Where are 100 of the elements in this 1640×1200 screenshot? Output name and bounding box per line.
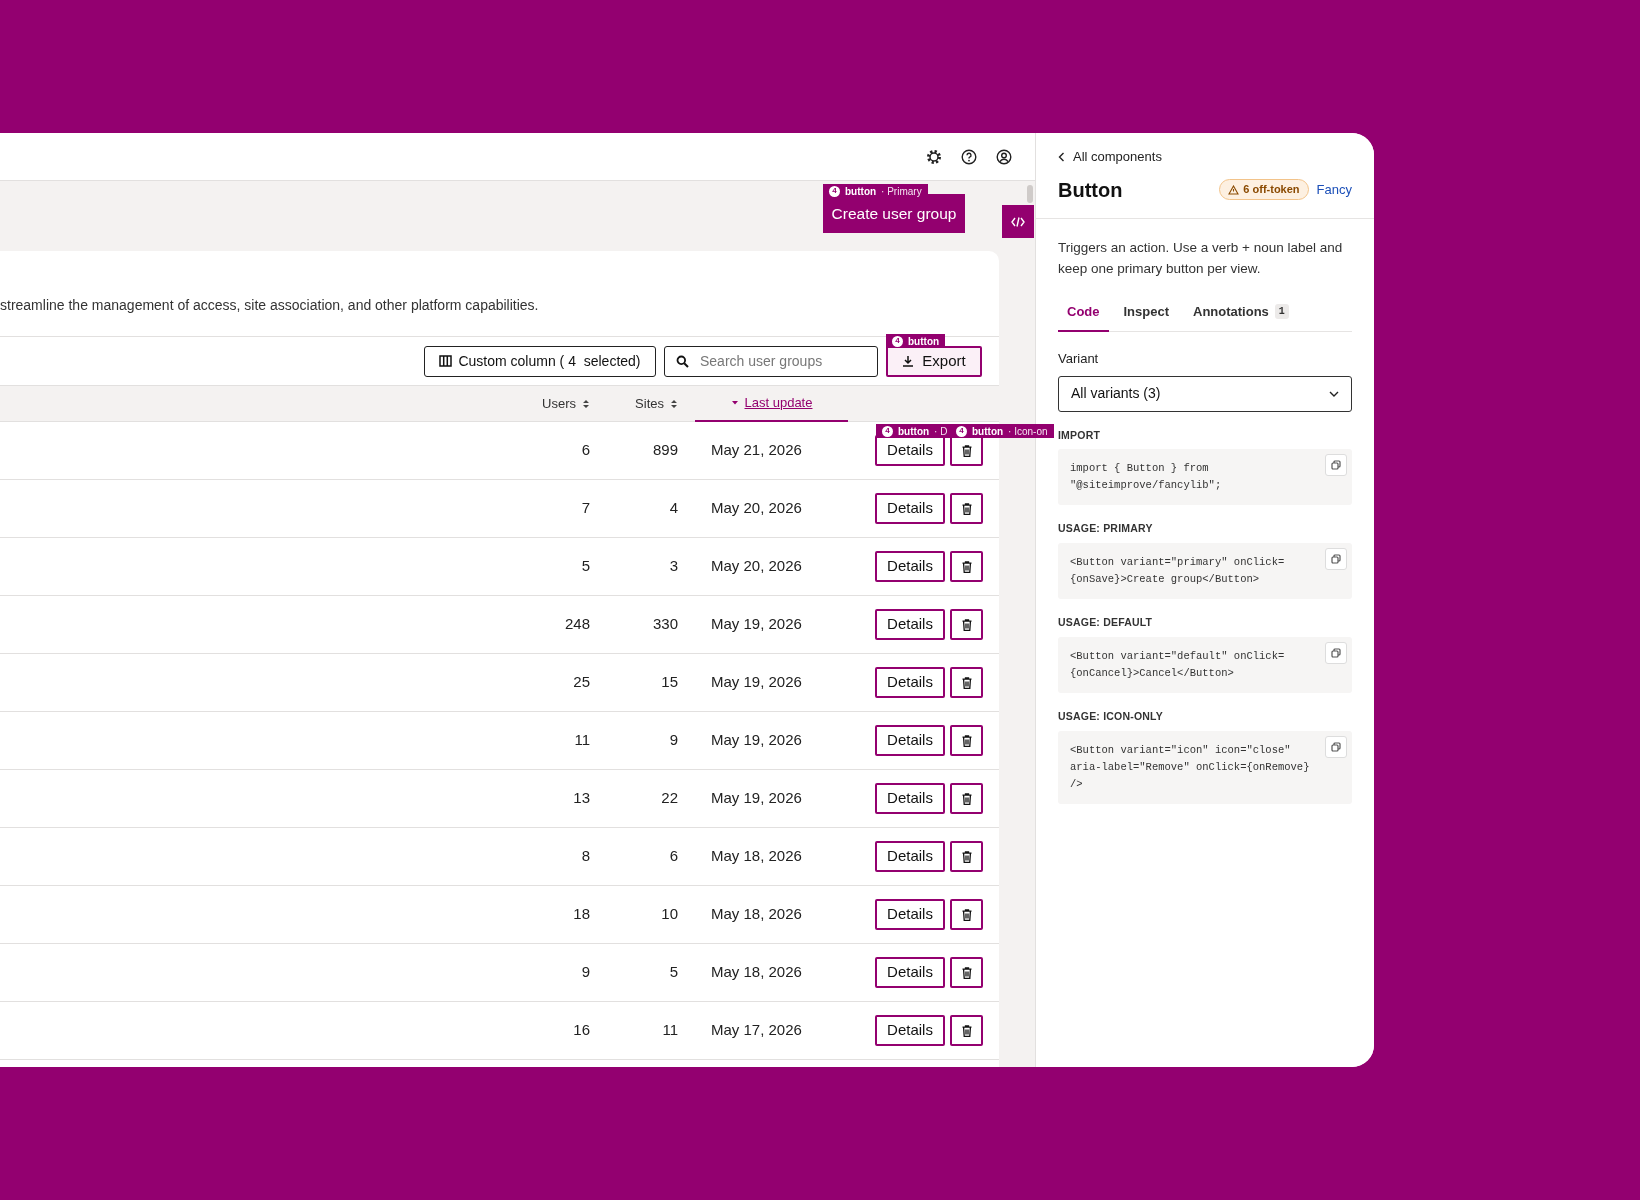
table-cell-text: 248 [563,614,590,635]
copy-button[interactable] [1325,548,1347,570]
tab[interactable]: Inspect [1114,298,1178,332]
code-line: <Button variant="default" onClick= [1070,648,1286,664]
table-cell-text: 7 [580,498,590,519]
download-icon [902,355,915,367]
search-icon [676,354,689,368]
chevron-left-icon [1058,151,1065,162]
copy-button[interactable] [1325,454,1347,477]
settings-icon[interactable] [926,148,942,165]
tab[interactable]: Annotations 1 [1184,298,1298,332]
library-link[interactable]: Fancy [1316,179,1352,200]
code-line: <Button variant="icon" icon="close" [1070,742,1292,758]
column-header[interactable]: Sites [635,393,678,414]
table-cell-text: May 19, 2026 [710,788,803,809]
section-label: USAGE: DEFAULT [1058,615,1154,630]
code-line: /> [1070,776,1084,792]
warning-icon [1228,184,1240,195]
delete-button[interactable] [950,725,983,756]
delete-button[interactable] [950,783,983,814]
delete-button[interactable] [950,551,983,582]
delete-button[interactable] [950,609,983,640]
columns-icon [439,355,453,367]
details-button[interactable]: Details [875,551,945,582]
trash-icon [961,850,972,863]
count-badge: 1 [1274,303,1289,319]
code-icon [1011,216,1025,227]
trash-icon [961,618,972,631]
column-header[interactable]: Last update [730,393,813,413]
delete-button[interactable] [950,1015,983,1046]
table-cell-text: May 19, 2026 [710,672,803,693]
table-cell-text: 6 [668,846,678,867]
code-line: {onSave}>Create group</Button> [1070,572,1261,587]
sort-icon [582,398,590,409]
table-cell-text: 3 [668,556,678,577]
variant-label: Variant [1058,350,1100,368]
custom-column-button[interactable]: Custom column ( 4 selected) [424,345,656,377]
variant-select[interactable]: All variants (3) [1058,375,1352,412]
table-cell-text: May 17, 2026 [710,1020,803,1041]
code-line: {onCancel}>Cancel</Button> [1070,665,1235,681]
table-cell-text: 9 [580,962,590,983]
table-cell-text: 11 [573,730,590,751]
scrollbar-thumb[interactable] [1027,185,1033,203]
component-description: Triggers an action. Use a verb + noun label and keep one primary button per view. [1058,238,1344,278]
annotation-tag: 4 button [886,334,946,348]
user-icon[interactable] [996,148,1012,165]
column-header[interactable]: Users [542,393,590,414]
details-button[interactable]: Details [875,899,945,930]
code-line: aria-label="Remove" onClick={onRemove} [1070,759,1311,775]
table-cell-text: May 19, 2026 [710,614,803,635]
details-button[interactable]: Details [875,957,945,988]
details-button[interactable]: Details [875,783,945,814]
trash-icon [961,560,972,573]
table-cell-text: 10 [660,904,678,925]
trash-icon [961,966,972,979]
details-button[interactable]: Details [875,667,945,698]
table-cell-text: May 21, 2026 [710,440,803,461]
table-cell-text: 22 [660,788,678,809]
copy-button[interactable] [1325,641,1347,664]
table-cell-text: May 20, 2026 [710,556,803,577]
delete-button[interactable] [950,899,983,930]
back-link[interactable]: All components [1058,147,1352,167]
copy-button[interactable] [1325,735,1347,758]
sort-icon [670,398,678,409]
trash-icon [961,1024,972,1037]
copy-icon [1331,554,1341,564]
table-cell-text: 330 [651,614,678,635]
delete-button[interactable] [950,667,983,698]
search-field[interactable]: Search user groups [664,345,878,377]
copy-icon [1331,647,1341,658]
details-button[interactable]: Details [875,609,945,640]
page-description: streamline the management of access, site association, and other platform capabilities. [0,296,539,315]
trash-icon [961,502,972,515]
details-button[interactable]: Details [875,1015,945,1046]
table-cell-text: 899 [651,440,678,461]
details-button[interactable]: Details [875,725,945,756]
export-button[interactable]: Export [886,345,982,377]
details-button[interactable]: Details [875,493,945,524]
delete-button[interactable] [950,493,983,524]
tab[interactable]: Code [1058,298,1109,332]
help-icon[interactable] [961,148,977,165]
section-label: USAGE: ICON-ONLY [1058,708,1164,724]
details-button[interactable]: Details [875,841,945,872]
code-line: import { Button } from [1070,461,1210,477]
code-toggle-button[interactable] [1002,205,1034,238]
table-cell-text: 9 [668,730,678,751]
table-cell-text: 13 [572,788,590,809]
table-cell-text: May 18, 2026 [710,846,803,867]
table-cell-text: 4 [668,498,678,519]
code-line: <Button variant="primary" onClick= [1070,555,1286,570]
trash-icon [961,734,972,747]
annotation-tag: 4 button · Primary [823,184,928,198]
delete-button[interactable] [950,957,983,988]
trash-icon [961,444,972,457]
table-cell-text: May 18, 2026 [710,962,803,983]
section-label: IMPORT [1058,427,1102,443]
trash-icon [961,908,972,921]
delete-button[interactable] [950,841,983,872]
chevron-down-icon [1329,390,1339,397]
table-cell-text: 6 [580,440,590,461]
